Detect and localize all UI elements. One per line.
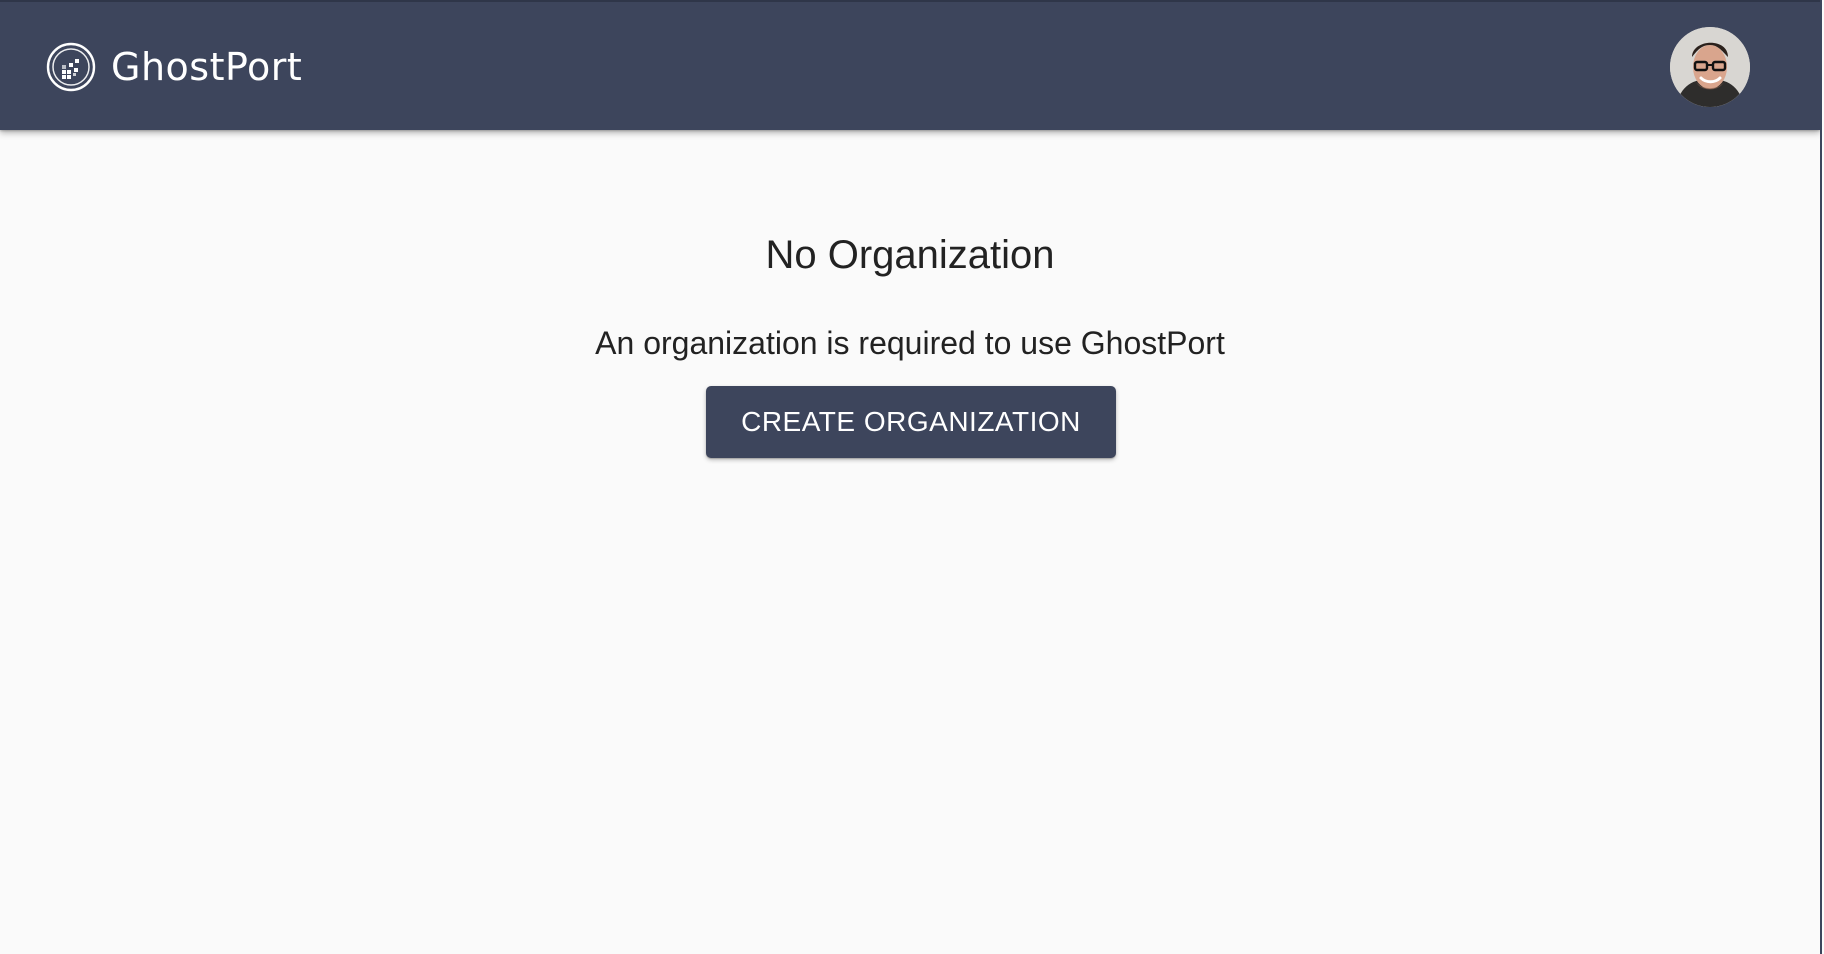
app-window: GhostPort No Organization An organizatio…: [0, 0, 1822, 954]
ghostport-logo-icon: [46, 42, 96, 92]
app-bar: GhostPort: [0, 0, 1820, 130]
brand-home-link[interactable]: GhostPort: [46, 42, 302, 92]
user-avatar[interactable]: [1670, 27, 1750, 107]
create-organization-button[interactable]: CREATE ORGANIZATION: [706, 386, 1116, 458]
page-title: No Organization: [765, 233, 1055, 277]
app-name: GhostPort: [111, 45, 303, 89]
organization-required-message: An organization is required to use Ghost…: [595, 325, 1225, 361]
